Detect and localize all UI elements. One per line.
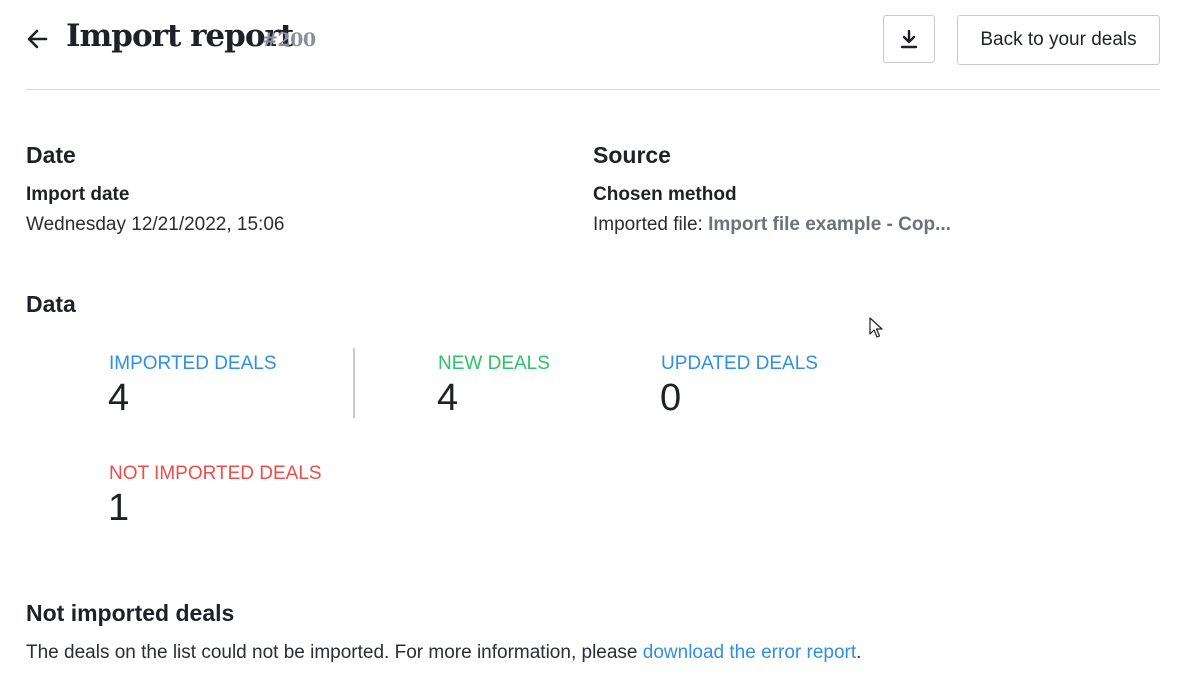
imported-deals-label: IMPORTED DEALS: [109, 353, 277, 374]
not-imported-text: The deals on the list could not be impor…: [26, 642, 643, 663]
new-deals-label: NEW DEALS: [438, 353, 550, 374]
not-imported-section-title: Not imported deals: [26, 600, 235, 626]
imported-file-prefix: Imported file:: [593, 214, 709, 235]
not-imported-text-end: .: [856, 642, 862, 663]
page-title: Import report: [66, 18, 294, 54]
source-section-title: Source: [593, 142, 671, 168]
updated-deals-value: 0: [660, 377, 682, 419]
download-icon: [900, 29, 918, 49]
mouse-pointer-icon: [869, 317, 883, 338]
page-header: Import report #200 Back to your deals: [0, 0, 1182, 90]
date-section-title: Date: [26, 142, 76, 168]
imported-deals-value: 4: [108, 377, 130, 419]
chosen-method-label: Chosen method: [593, 184, 737, 205]
import-date-value: Wednesday 12/21/2022, 15:06: [26, 214, 285, 235]
header-divider: [26, 89, 1160, 90]
arrow-left-icon[interactable]: [24, 26, 50, 52]
not-imported-deals-value: 1: [108, 487, 130, 529]
not-imported-description: The deals on the list could not be impor…: [26, 642, 861, 664]
new-deals-value: 4: [437, 377, 459, 419]
not-imported-deals-label: NOT IMPORTED DEALS: [109, 463, 322, 484]
data-section-title: Data: [26, 291, 76, 317]
download-button[interactable]: [883, 15, 935, 63]
stat-separator: [353, 348, 355, 418]
report-id: #200: [262, 29, 316, 51]
download-error-report-link[interactable]: download the error report: [643, 642, 856, 663]
imported-file-name: Import file example - Cop...: [708, 214, 951, 235]
updated-deals-label: UPDATED DEALS: [661, 353, 818, 374]
chosen-method-value: Imported file: Import file example - Cop…: [593, 214, 951, 236]
back-to-deals-button[interactable]: Back to your deals: [957, 15, 1160, 65]
import-date-label: Import date: [26, 184, 130, 205]
